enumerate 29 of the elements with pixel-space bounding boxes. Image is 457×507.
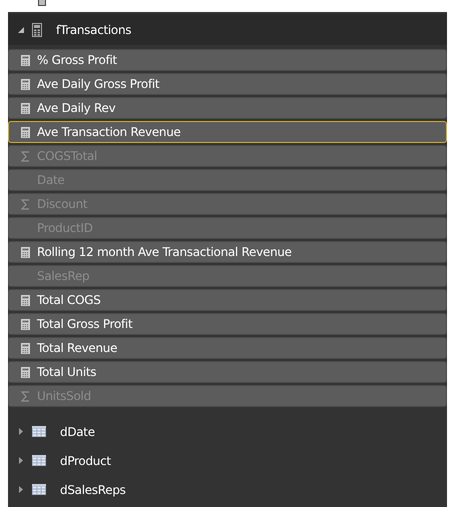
field-item[interactable]: Ave Daily Rev	[8, 97, 447, 119]
calculator-icon	[21, 126, 30, 138]
field-item[interactable]: Total Gross Profit	[8, 313, 447, 335]
expand-arrow-icon[interactable]	[18, 428, 24, 435]
field-item[interactable]: Ave Transaction Revenue	[8, 121, 447, 143]
calculator-icon	[21, 102, 30, 114]
sum-icon	[21, 390, 30, 402]
table-name[interactable]: fTransactions	[56, 22, 132, 36]
expand-arrow-icon[interactable]	[18, 486, 24, 493]
sum-icon	[21, 198, 30, 210]
field-item[interactable]: Rolling 12 month Ave Transactional Revenue	[8, 241, 447, 263]
field-item[interactable]: Total COGS	[8, 289, 447, 311]
calculator-icon	[21, 54, 30, 66]
expand-arrow-icon[interactable]	[18, 457, 24, 464]
table-name[interactable]: dSalesReps	[60, 482, 126, 496]
field-item[interactable]: Total Revenue	[8, 337, 447, 359]
calculator-icon	[21, 78, 30, 90]
calculator-icon	[21, 318, 30, 330]
calculator-icon	[21, 366, 30, 378]
field-item[interactable]: Total Units	[8, 361, 447, 383]
collapse-arrow-icon[interactable]	[18, 26, 24, 33]
table-name[interactable]: dProduct	[60, 454, 111, 468]
field-item[interactable]: Ave Daily Gross Profit	[8, 73, 447, 95]
field-item[interactable]: % Gross Profit	[8, 49, 447, 71]
sum-icon	[21, 150, 30, 162]
calculator-icon	[21, 342, 30, 354]
table-name[interactable]: dDate	[60, 424, 95, 438]
calculator-icon	[21, 294, 30, 306]
calculator-icon	[21, 246, 30, 258]
